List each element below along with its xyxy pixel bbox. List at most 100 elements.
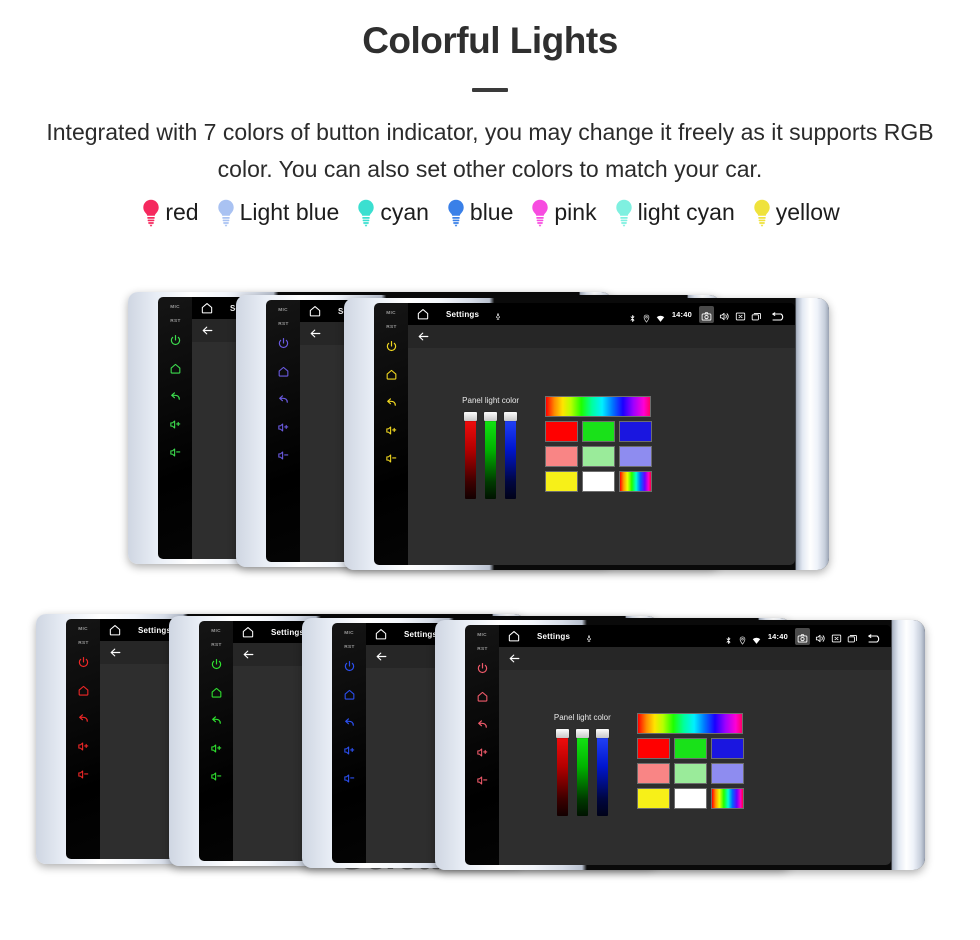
recents-icon[interactable]	[847, 631, 858, 642]
slider-thumb[interactable]	[484, 411, 498, 421]
color-swatch[interactable]	[673, 762, 707, 784]
bulb-icon	[613, 198, 635, 228]
action-bar-back-icon[interactable]	[508, 652, 521, 665]
rgb-slider-blue[interactable]	[504, 411, 518, 499]
color-gradient-bar[interactable]	[545, 395, 652, 417]
color-swatch[interactable]	[619, 420, 653, 442]
side-key-home-icon[interactable]	[476, 690, 489, 703]
status-mic-icon[interactable]	[585, 631, 593, 642]
action-bar-back-icon[interactable]	[242, 648, 255, 661]
bluetooth-icon	[628, 310, 637, 322]
side-key-volume-up-icon[interactable]	[169, 418, 182, 431]
status-mic-icon[interactable]	[494, 309, 502, 320]
side-key-volume-up-icon[interactable]	[385, 424, 398, 437]
side-key-back-icon[interactable]	[169, 390, 182, 403]
side-key-volume-down-icon[interactable]	[343, 772, 356, 785]
status-home-icon[interactable]	[507, 629, 521, 643]
side-key-volume-up-icon[interactable]	[476, 746, 489, 759]
side-key-volume-down-icon[interactable]	[169, 446, 182, 459]
side-key-volume-down-icon[interactable]	[385, 452, 398, 465]
status-home-icon[interactable]	[108, 623, 122, 637]
camera-button[interactable]	[699, 305, 714, 323]
color-swatch[interactable]	[582, 470, 616, 492]
color-swatch[interactable]	[710, 762, 744, 784]
side-key-power-icon[interactable]	[476, 662, 489, 675]
color-swatch[interactable]	[582, 420, 616, 442]
side-key-volume-down-icon[interactable]	[277, 449, 290, 462]
color-swatch[interactable]	[636, 737, 670, 759]
color-gradient-bar[interactable]	[636, 712, 743, 734]
color-swatch[interactable]	[673, 737, 707, 759]
side-key-back-icon[interactable]	[210, 714, 223, 727]
side-key-home-icon[interactable]	[169, 362, 182, 375]
back-icon[interactable]	[867, 631, 883, 643]
side-key-volume-up-icon[interactable]	[277, 421, 290, 434]
action-bar-back-icon[interactable]	[201, 324, 214, 337]
status-home-icon[interactable]	[241, 625, 255, 639]
back-icon[interactable]	[771, 309, 787, 321]
color-swatch[interactable]	[636, 787, 670, 809]
color-swatch[interactable]	[545, 470, 579, 492]
side-key-power-icon[interactable]	[385, 340, 398, 353]
side-key-back-icon[interactable]	[277, 393, 290, 406]
volume-icon[interactable]	[719, 309, 730, 320]
color-swatch[interactable]	[710, 737, 744, 759]
rgb-slider-blue[interactable]	[595, 728, 609, 816]
color-swatch-rainbow[interactable]	[619, 470, 653, 492]
car-head-unit-device[interactable]: MIC RST Settings 14:40 Panel light color	[344, 298, 829, 570]
action-bar-back-icon[interactable]	[375, 650, 388, 663]
slider-thumb[interactable]	[504, 411, 518, 421]
color-swatch[interactable]	[673, 787, 707, 809]
device-screen[interactable]: Settings 14:40 Panel light color	[499, 625, 891, 865]
side-key-volume-up-icon[interactable]	[343, 744, 356, 757]
action-bar-back-icon[interactable]	[309, 327, 322, 340]
side-key-volume-down-icon[interactable]	[77, 768, 90, 781]
recents-icon[interactable]	[751, 309, 762, 320]
color-swatch[interactable]	[545, 445, 579, 467]
rgb-slider-red[interactable]	[464, 411, 478, 499]
side-key-back-icon[interactable]	[77, 712, 90, 725]
status-home-icon[interactable]	[308, 304, 322, 318]
color-swatch[interactable]	[619, 445, 653, 467]
slider-thumb[interactable]	[555, 728, 569, 738]
device-screen[interactable]: Settings 14:40 Panel light color	[408, 303, 795, 565]
volume-icon[interactable]	[815, 631, 826, 642]
slider-thumb[interactable]	[595, 728, 609, 738]
side-key-home-icon[interactable]	[277, 365, 290, 378]
rgb-slider-green[interactable]	[575, 728, 589, 816]
side-key-power-icon[interactable]	[169, 334, 182, 347]
side-key-volume-up-icon[interactable]	[77, 740, 90, 753]
side-key-back-icon[interactable]	[343, 716, 356, 729]
side-key-home-icon[interactable]	[210, 686, 223, 699]
side-key-back-icon[interactable]	[385, 396, 398, 409]
side-key-power-icon[interactable]	[77, 656, 90, 669]
camera-button[interactable]	[795, 627, 810, 645]
close-box-icon[interactable]	[735, 309, 746, 320]
close-box-icon[interactable]	[831, 631, 842, 642]
side-key-power-icon[interactable]	[277, 337, 290, 350]
side-key-home-icon[interactable]	[77, 684, 90, 697]
action-bar-back-icon[interactable]	[417, 330, 430, 343]
status-home-icon[interactable]	[416, 307, 430, 321]
car-head-unit-device[interactable]: MIC RST Settings 14:40 Panel light color	[435, 620, 925, 870]
side-key-power-icon[interactable]	[210, 658, 223, 671]
action-bar-back-icon[interactable]	[109, 646, 122, 659]
side-key-power-icon[interactable]	[343, 660, 356, 673]
side-key-volume-up-icon[interactable]	[210, 742, 223, 755]
status-home-icon[interactable]	[374, 627, 388, 641]
side-key-home-icon[interactable]	[385, 368, 398, 381]
color-swatch-rainbow[interactable]	[710, 787, 744, 809]
rgb-slider-green[interactable]	[484, 411, 498, 499]
color-swatch[interactable]	[582, 445, 616, 467]
slider-thumb[interactable]	[575, 728, 589, 738]
slider-thumb[interactable]	[464, 411, 478, 421]
side-key-volume-down-icon[interactable]	[210, 770, 223, 783]
rgb-slider-red[interactable]	[555, 728, 569, 816]
location-icon	[738, 632, 747, 645]
color-swatch[interactable]	[545, 420, 579, 442]
side-key-back-icon[interactable]	[476, 718, 489, 731]
side-key-home-icon[interactable]	[343, 688, 356, 701]
color-swatch[interactable]	[636, 762, 670, 784]
side-key-volume-down-icon[interactable]	[476, 774, 489, 787]
status-home-icon[interactable]	[200, 301, 214, 315]
